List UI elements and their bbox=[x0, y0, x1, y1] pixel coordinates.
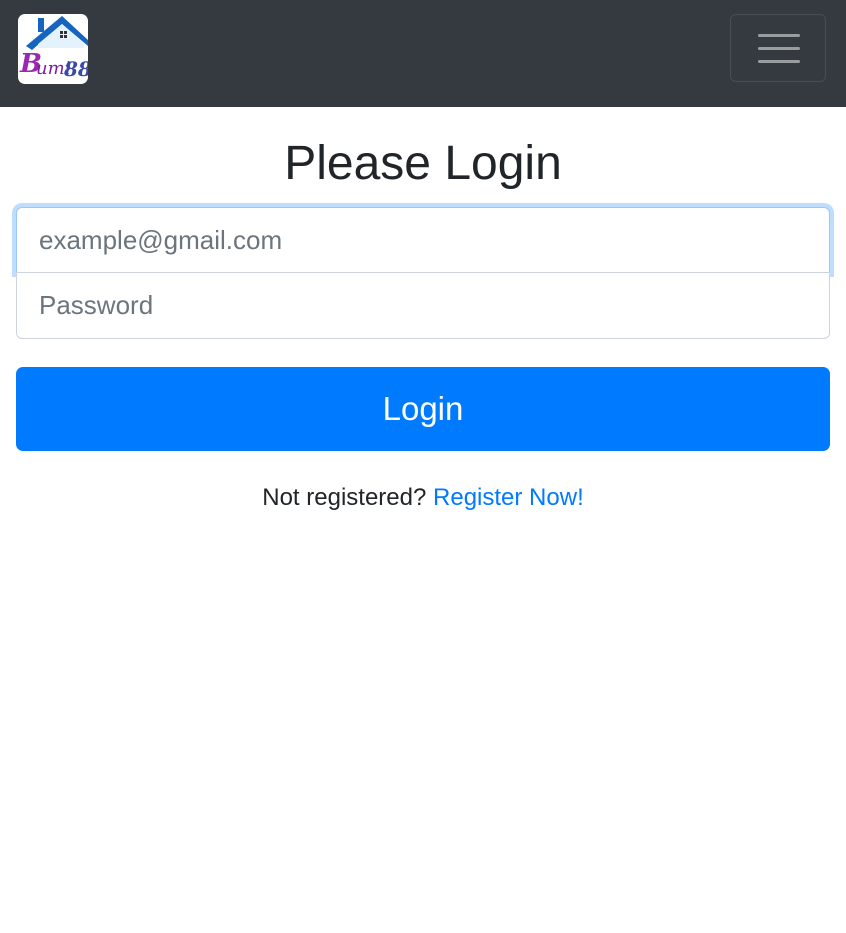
login-button[interactable]: Login bbox=[16, 367, 830, 451]
password-field[interactable] bbox=[16, 272, 830, 339]
register-prompt-text: Not registered? bbox=[262, 484, 427, 511]
navbar: B umi 88 bbox=[0, 0, 846, 107]
house-logo-icon: B umi 88 bbox=[19, 16, 88, 81]
brand-logo[interactable]: B umi 88 bbox=[18, 14, 88, 84]
hamburger-icon bbox=[758, 34, 800, 37]
email-field[interactable] bbox=[16, 207, 830, 273]
page-title: Please Login bbox=[284, 137, 562, 190]
menu-toggle-button[interactable] bbox=[730, 14, 826, 82]
register-prompt: Not registered? Register Now! bbox=[0, 482, 846, 514]
password-field-wrapper bbox=[16, 272, 830, 339]
hamburger-icon-bar bbox=[758, 47, 800, 50]
email-field-wrapper bbox=[16, 207, 830, 273]
hamburger-icon-bar bbox=[758, 60, 800, 63]
svg-text:88: 88 bbox=[63, 57, 88, 81]
register-now-link[interactable]: Register Now! bbox=[433, 484, 584, 511]
